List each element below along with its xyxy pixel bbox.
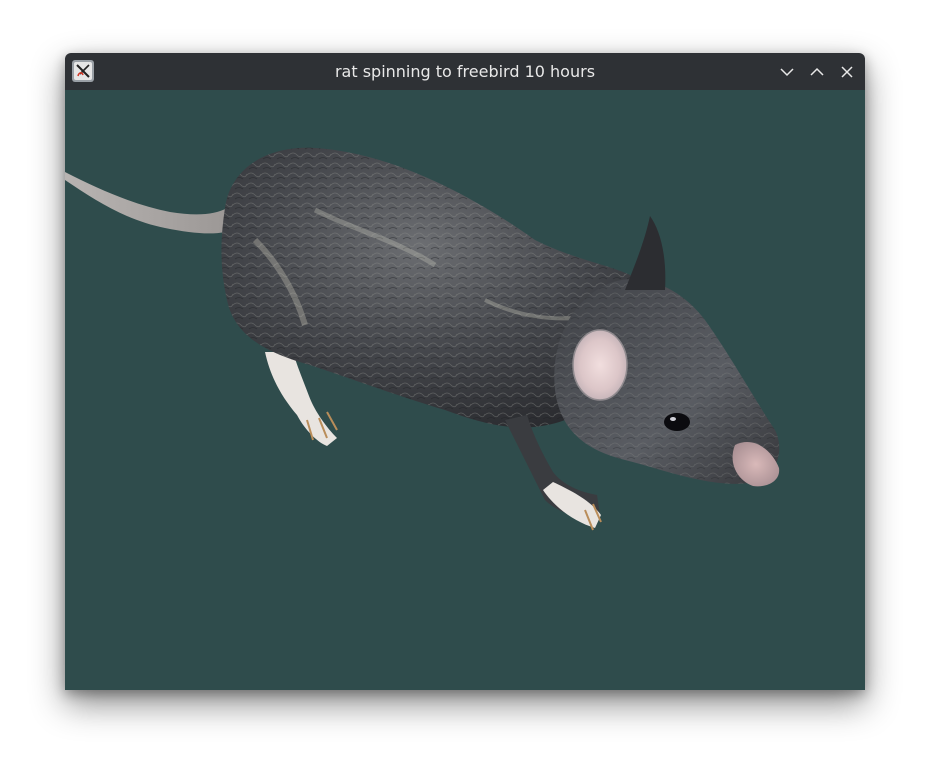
rat-model: [65, 147, 780, 531]
window-title: rat spinning to freebird 10 hours: [334, 62, 596, 81]
rat-eye: [664, 413, 690, 431]
rat-tail: [65, 172, 227, 234]
app-window: rat spinning to freebird 10 hours: [65, 53, 865, 690]
close-icon: [841, 66, 853, 78]
render-viewport[interactable]: [65, 90, 865, 690]
close-button[interactable]: [836, 61, 858, 83]
rat-ear-back: [625, 216, 666, 290]
minimize-button[interactable]: [776, 61, 798, 83]
rat-ear-front: [572, 329, 628, 401]
chevron-up-icon: [810, 67, 824, 76]
title-bar[interactable]: rat spinning to freebird 10 hours: [65, 53, 865, 90]
chevron-down-icon: [780, 68, 794, 77]
maximize-button[interactable]: [806, 61, 828, 83]
